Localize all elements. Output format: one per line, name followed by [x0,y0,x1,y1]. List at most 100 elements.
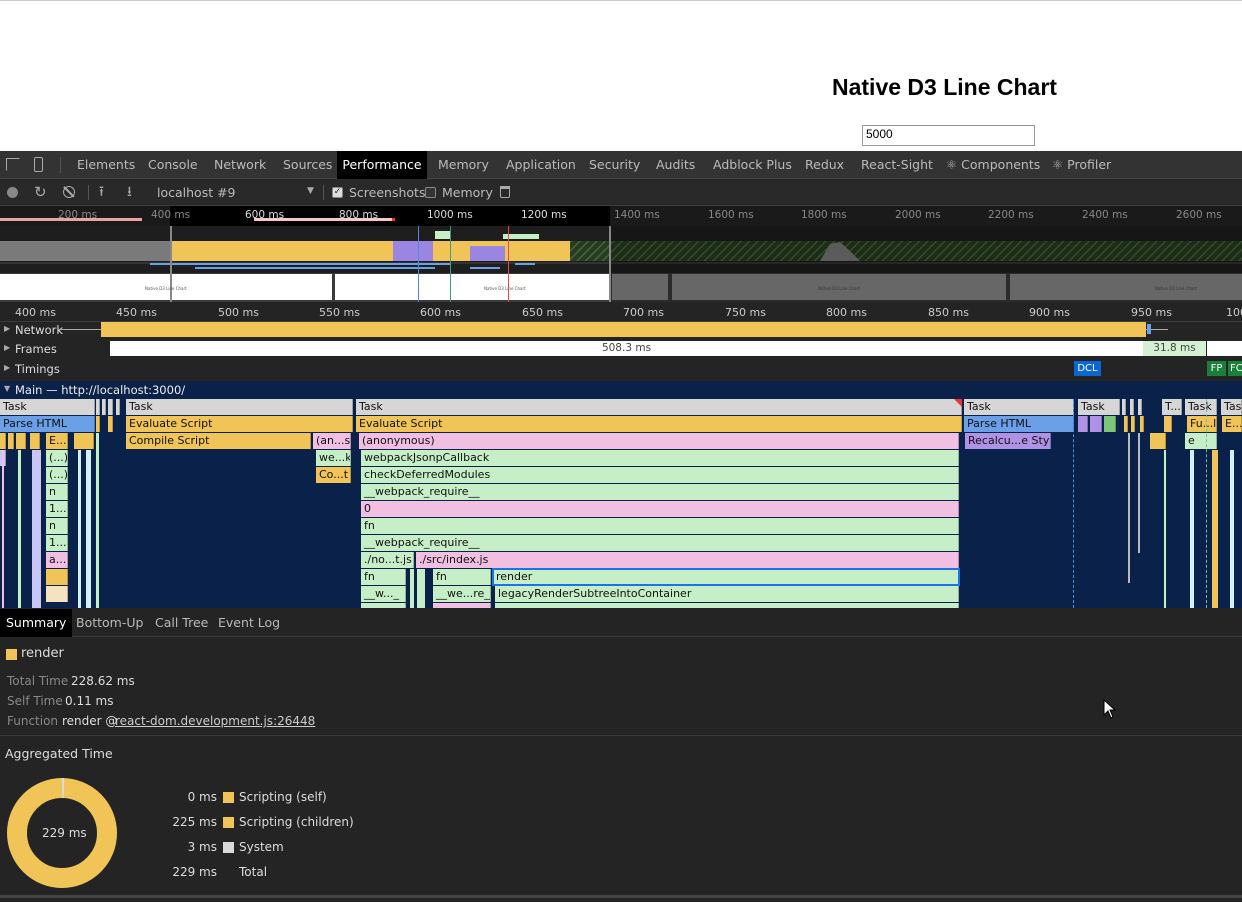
tab-memory[interactable]: Memory [438,151,489,179]
flame-bar[interactable]: 1... [46,501,68,517]
task-bar[interactable]: Task [0,399,95,415]
main-track-header[interactable]: ▼ Main — http://localhost:3000/ [0,381,1242,399]
flame-bar[interactable]: n [46,484,68,500]
trash-icon[interactable] [500,186,510,198]
legacy-render-subtree-bar[interactable]: legacyRenderSubtreeIntoContainer [495,586,959,602]
frame-block-long[interactable]: 508.3 ms [110,341,1143,356]
task-bar[interactable]: Task [356,399,962,415]
flame-bar[interactable]: (...) [46,450,68,466]
task-bar[interactable]: Task [1078,399,1120,415]
fcp-marker[interactable]: FC [1228,361,1242,376]
timings-track[interactable]: ▶ Timings DCL FP FC [0,359,1242,379]
download-icon[interactable]: ⭳ [127,183,132,201]
expand-arrow-icon[interactable]: ▶ [4,343,10,352]
flame-slivers [1190,450,1194,608]
tab-redux[interactable]: Redux [805,151,844,179]
flame-bar[interactable]: __w..._ [361,586,406,602]
collapse-arrow-icon[interactable]: ▼ [4,384,10,393]
src-index-bar[interactable]: ./src/index.js [416,552,959,568]
evaluate-script-bar[interactable]: Evaluate Script [126,416,353,432]
dcl-marker[interactable]: DCL [1074,361,1101,376]
flame-bar[interactable]: Co...t [316,467,351,483]
tab-security[interactable]: Security [589,151,640,179]
frames-track[interactable]: ▶ Frames 508.3 ms 31.8 ms [0,339,1242,358]
memory-checkbox[interactable] [425,187,436,198]
tab-react-sight[interactable]: React-Sight [861,151,933,179]
flame-bar[interactable]: E...t [1222,416,1242,432]
network-request-bar[interactable] [101,322,1146,337]
anonymous-bar[interactable]: (anonymous) [359,433,959,449]
tab-sources[interactable]: Sources [283,151,332,179]
frame-long-duration: 508.3 ms [601,342,652,354]
fn-bar[interactable]: fn [361,569,406,585]
flame-bar[interactable]: (an...s) [313,433,351,449]
toolbar-separator-2 [323,185,324,200]
flame-bar[interactable]: Fu...ll [1187,416,1217,432]
flame-bar[interactable]: ./no...t.js [361,552,414,568]
expand-arrow-icon[interactable]: ▶ [4,363,10,372]
reload-icon[interactable]: ↻ [34,184,47,201]
tab-event-log[interactable]: Event Log [212,609,286,637]
tab-performance[interactable]: Performance [337,151,427,179]
webpack-require-bar[interactable]: __webpack_require__ [361,535,959,551]
flame-bar[interactable]: (...) [46,467,68,483]
record-icon[interactable] [7,187,18,198]
flame-bar[interactable]: __we...re__ [433,586,491,602]
tab-application[interactable]: Application [506,151,576,179]
check-deferred-modules-bar[interactable]: checkDeferredModules [361,467,959,483]
overview-pane[interactable]: Native D3 Line Chart Native D3 Line Char… [0,226,1242,302]
screenshots-checkbox[interactable]: ✓ [332,187,343,198]
function-name: render @ [62,714,118,728]
flame-bar[interactable]: e [1185,433,1217,449]
function-source-link[interactable]: react-dom.development.js:26448 [115,714,315,728]
flame-bar [495,603,959,608]
summary-divider [0,735,1242,736]
flame-bar[interactable]: E... [46,433,68,449]
network-track[interactable]: ▶ Network [0,321,1242,339]
flame-chart[interactable]: Task Task Task Task Task T... Task Task … [0,399,1242,608]
tab-elements[interactable]: Elements [77,151,135,179]
tab-bottom-up[interactable]: Bottom-Up [70,609,149,637]
expand-arrow-icon[interactable]: ▶ [4,324,10,333]
recalculate-style-bar[interactable]: Recalcu...e Style [965,433,1051,449]
task-bar[interactable]: Task [1221,399,1242,415]
webpack-require-bar[interactable]: __webpack_require__ [361,484,959,500]
flame-bar[interactable]: n [46,518,68,534]
tab-components[interactable]: ⚛ Components [946,151,1040,179]
fp-marker[interactable]: FP [1207,361,1226,376]
tab-call-tree[interactable]: Call Tree [149,609,214,637]
tab-adblock-plus[interactable]: Adblock Plus [713,151,792,179]
compile-script-bar[interactable]: Compile Script [126,433,311,449]
upload-icon[interactable]: ⭱ [99,183,104,201]
overview-marker-green [450,226,451,302]
parse-html-bar[interactable]: Parse HTML [964,416,1074,432]
fn-bar[interactable]: fn [361,518,959,534]
data-count-input[interactable]: 5000 [862,125,1035,146]
webpack-jsonp-callback-bar[interactable]: webpackJsonpCallback [361,450,959,466]
flame-bar[interactable]: we...k [316,450,351,466]
flame-bar[interactable]: a... [46,552,68,568]
bar-label: (...) [49,468,68,481]
tab-audits[interactable]: Audits [656,151,695,179]
ruler-tick: 750 ms [725,306,766,319]
tab-console[interactable]: Console [148,151,198,179]
flame-bar[interactable]: 1... [46,535,68,551]
module-zero-bar[interactable]: 0 [361,501,959,517]
task-bar[interactable]: T... [1162,399,1182,415]
task-bar[interactable]: Task [126,399,353,415]
tab-network[interactable]: Network [214,151,266,179]
profile-select[interactable]: localhost #9 [157,179,317,206]
task-bar[interactable]: Task [1185,399,1217,415]
render-bar-selected[interactable]: render [492,568,960,586]
aggregated-row-value: 3 ms [187,840,217,854]
donut-center-label: 229 ms [42,826,87,840]
task-bar[interactable]: Task [964,399,1074,415]
tab-summary[interactable]: Summary [0,609,73,637]
parse-html-bar[interactable]: Parse HTML [0,416,95,432]
device-toolbar-icon[interactable] [34,157,43,172]
evaluate-script-bar[interactable]: Evaluate Script [356,416,962,432]
inspect-icon[interactable] [6,158,20,171]
fn-bar[interactable]: fn [433,569,491,585]
tab-profiler[interactable]: ⚛ Profiler [1052,151,1111,179]
frame-block-short[interactable]: 31.8 ms [1143,341,1206,356]
